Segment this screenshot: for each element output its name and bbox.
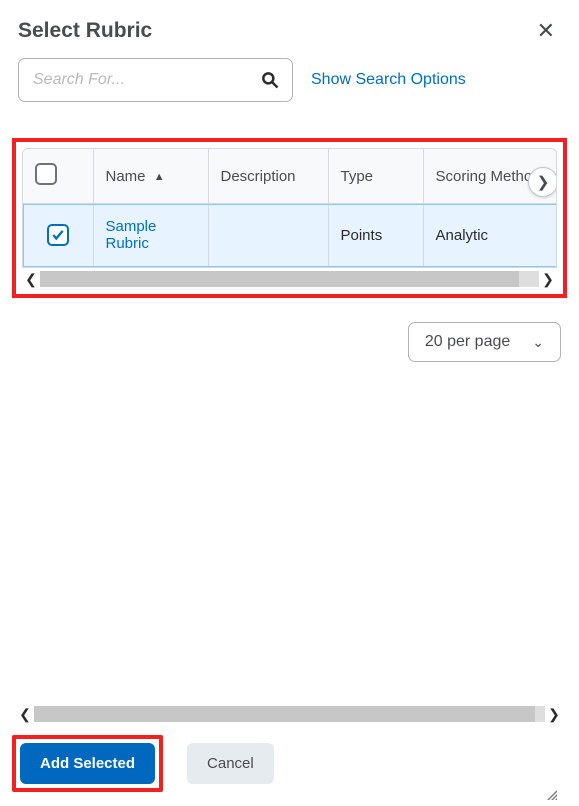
per-page-label: 20 per page: [425, 333, 510, 351]
chevron-down-icon: ⌄: [532, 334, 544, 351]
header-description[interactable]: Description: [208, 149, 328, 204]
hscroll-right-arrow[interactable]: ❯: [539, 270, 557, 288]
header-name[interactable]: Name ▲: [93, 149, 208, 204]
header-type[interactable]: Type: [328, 149, 423, 204]
search-box[interactable]: [18, 58, 293, 102]
resize-grip-icon[interactable]: [543, 786, 559, 802]
chevron-right-icon: ❯: [537, 173, 550, 191]
close-icon: ✕: [537, 18, 555, 43]
dialog-hscroll-thumb[interactable]: [34, 706, 535, 722]
row-checkbox-cell[interactable]: [23, 204, 93, 267]
show-search-options-link[interactable]: Show Search Options: [311, 71, 466, 89]
sort-asc-icon: ▲: [154, 171, 165, 183]
per-page-select[interactable]: 20 per page ⌄: [408, 322, 561, 362]
select-all-checkbox[interactable]: [35, 163, 57, 185]
search-input[interactable]: [31, 70, 260, 90]
dialog-title: Select Rubric: [18, 19, 152, 43]
header-name-label: Name: [106, 168, 146, 185]
row-name-cell[interactable]: Sample Rubric: [93, 204, 208, 267]
hscroll-left-arrow[interactable]: ❮: [22, 270, 40, 288]
header-select-all[interactable]: [23, 149, 93, 204]
add-selected-highlight: Add Selected: [12, 735, 163, 792]
dialog-header: Select Rubric ✕: [18, 18, 561, 44]
cancel-button[interactable]: Cancel: [187, 743, 274, 784]
dialog-hscroll-track[interactable]: [34, 706, 545, 722]
hscroll-thumb[interactable]: [40, 271, 519, 287]
rubric-table-wrapper: Name ▲ Description Type Scoring Method: [22, 148, 557, 268]
add-selected-button[interactable]: Add Selected: [20, 743, 155, 784]
select-rubric-dialog: Select Rubric ✕ Show Search Options: [0, 0, 579, 806]
search-icon[interactable]: [260, 70, 280, 90]
dialog-hscroll-right[interactable]: ❯: [545, 705, 563, 723]
table-highlight: Name ▲ Description Type Scoring Method: [12, 138, 567, 298]
rubric-table: Name ▲ Description Type Scoring Method: [23, 149, 557, 267]
dialog-hscroll-left[interactable]: ❮: [16, 705, 34, 723]
row-scoring-method-cell: Analytic: [423, 204, 557, 267]
table-scroll-right-button[interactable]: ❯: [528, 167, 557, 197]
row-checkbox[interactable]: [47, 224, 69, 246]
spacer: [18, 362, 561, 705]
dialog-footer: Add Selected Cancel: [18, 729, 561, 806]
pagination-row: 20 per page ⌄: [18, 322, 561, 362]
table-row[interactable]: Sample Rubric Points Analytic: [23, 204, 557, 267]
search-row: Show Search Options: [18, 58, 561, 102]
row-type-cell: Points: [328, 204, 423, 267]
row-description-cell: [208, 204, 328, 267]
close-button[interactable]: ✕: [531, 18, 561, 44]
dialog-hscrollbar[interactable]: ❮ ❯: [16, 705, 563, 723]
hscroll-track[interactable]: [40, 271, 539, 287]
table-hscrollbar[interactable]: ❮ ❯: [22, 270, 557, 288]
table-header-row: Name ▲ Description Type Scoring Method: [23, 149, 557, 204]
